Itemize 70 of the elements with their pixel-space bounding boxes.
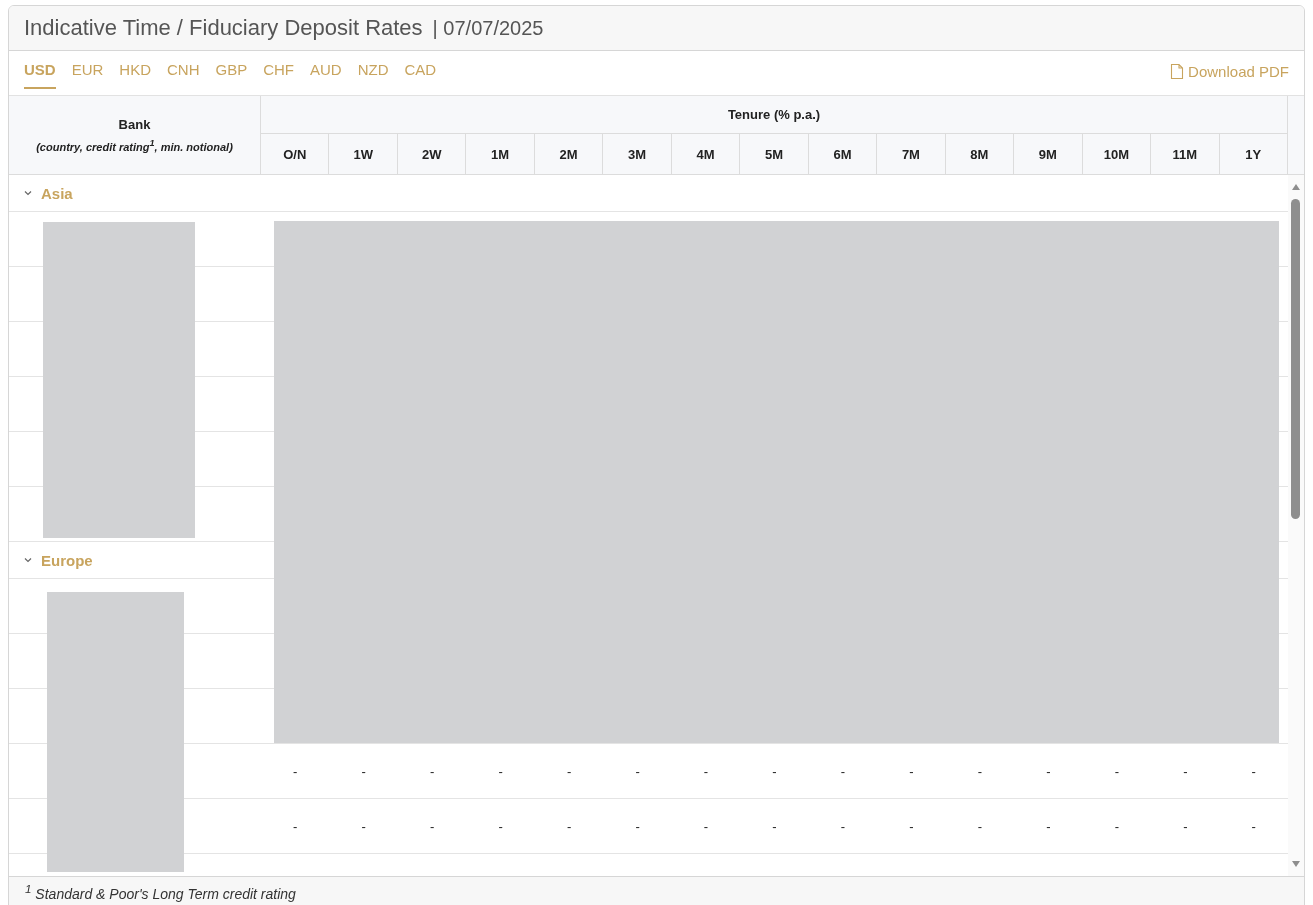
currency-tab[interactable]: USD [24,51,56,89]
column-heading: 1Y [1219,134,1288,174]
currency-tab[interactable]: EUR [71,51,104,89]
group-label[interactable]: Asia [41,184,73,202]
column-heading: 4M [671,134,741,174]
column-heading: 11M [1151,134,1220,174]
currency-tab[interactable]: AUD [310,51,342,89]
table-cell: - [566,763,572,779]
table-cell: - [840,818,846,834]
column-heading: Tenure (% p.a.) [261,96,1288,134]
chevron-icon[interactable] [23,189,33,197]
table-cell: - [703,763,709,779]
table-cell: - [1046,763,1051,779]
table-cell: - [635,763,640,779]
column-heading: 2W [397,134,467,174]
table-cell: - [1183,763,1188,779]
file-icon [1170,63,1185,80]
currency-tab[interactable]: HKD [119,51,151,89]
table-cell: - [293,818,298,834]
currency-tab[interactable]: CHF [263,51,295,89]
scroll-up-icon[interactable] [1291,183,1301,191]
table-cell: - [430,818,435,834]
rates-date: | 07/07/2025 [432,16,544,40]
column-heading: 9M [1014,134,1083,174]
group-label[interactable]: Europe [41,551,93,569]
scroll-down-icon[interactable] [1291,860,1301,868]
page-title: Indicative Time / Fiduciary Deposit Rates [24,15,423,41]
table-cell: - [772,763,777,779]
table-cell: - [361,818,366,834]
table-cell: - [498,763,503,779]
column-heading: 10M [1082,134,1152,174]
table-cell: - [1114,818,1119,834]
column-heading: 2M [534,134,604,174]
currency-tab[interactable]: CAD [404,51,437,89]
table-cell: - [1183,818,1188,834]
table-cell: - [1251,763,1256,779]
column-heading: 5M [740,134,809,174]
table-cell: - [1046,818,1051,834]
table-cell: - [1114,763,1119,779]
table-cell: - [498,818,503,834]
table-cell: - [909,818,914,834]
table-cell: - [566,818,572,834]
table-cell: - [977,763,983,779]
currency-tab[interactable]: NZD [357,51,389,89]
scrollbar[interactable] [1288,175,1304,876]
column-heading: 1M [466,134,535,174]
table-cell: - [772,818,777,834]
column-heading: 3M [603,134,672,174]
table-cell: - [430,763,435,779]
table-cell: - [703,818,709,834]
column-heading: 7M [877,134,946,174]
column-heading: O/N [261,134,330,174]
table-cell: - [361,763,366,779]
column-heading: 1W [329,134,398,174]
table-cell: - [635,818,640,834]
download-pdf-link[interactable]: Download PDF [1170,63,1289,80]
chevron-icon[interactable] [23,556,33,564]
table-cell: - [293,763,298,779]
table-cell: - [1251,818,1256,834]
table-cell: - [909,763,914,779]
scrollbar-thumb[interactable] [1291,199,1300,519]
currency-tab[interactable]: GBP [215,51,248,89]
currency-tab[interactable]: CNH [167,51,200,89]
column-subheading: (country, credit rating$^{1}$, min. notional) [36,138,233,153]
table-cell: - [977,818,983,834]
table-cell: - [840,763,846,779]
column-heading: Bank [118,117,151,133]
column-heading: 6M [808,134,878,174]
column-heading: 8M [945,134,1015,174]
footnote: $^{1}$ Standard & Poor's Long Term credit rating [25,882,296,902]
